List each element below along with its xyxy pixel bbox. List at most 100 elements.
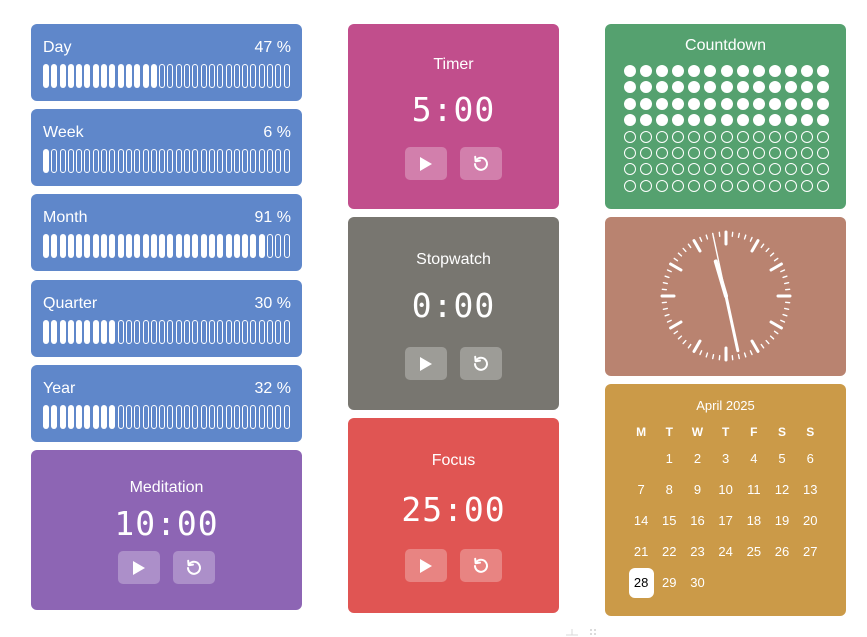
progress-segment: [226, 320, 232, 344]
timer-play-button[interactable]: [405, 147, 447, 180]
calendar-day[interactable]: 4: [740, 443, 768, 474]
calendar-day[interactable]: 14: [627, 505, 655, 536]
calendar-day[interactable]: 21: [627, 536, 655, 567]
progress-segment: [234, 405, 240, 429]
countdown-dot: [704, 163, 716, 175]
calendar-day[interactable]: 12: [768, 474, 796, 505]
progress-segment: [143, 64, 149, 88]
progress-segment: [226, 149, 232, 173]
calendar-day-number: 27: [798, 537, 823, 567]
calendar-day[interactable]: 8: [655, 474, 683, 505]
clock-tick: [775, 258, 778, 260]
stopwatch-play-button[interactable]: [405, 347, 447, 380]
calendar-day[interactable]: 17: [712, 505, 740, 536]
calendar-day[interactable]: 20: [796, 505, 824, 536]
countdown-dot: [672, 163, 684, 175]
countdown-dot: [801, 98, 813, 110]
progress-segment: [250, 64, 256, 88]
calendar-day[interactable]: 25: [740, 536, 768, 567]
calendar-day[interactable]: 18: [740, 505, 768, 536]
clock-tick: [761, 244, 763, 247]
clock-tick: [706, 353, 707, 357]
progress-segment: [192, 64, 198, 88]
calendar-day[interactable]: 19: [768, 505, 796, 536]
countdown-dot: [737, 114, 749, 126]
progress-segment: [93, 64, 99, 88]
countdown-dot: [801, 163, 813, 175]
progress-card-0: Day47 %: [31, 24, 302, 101]
countdown-dot: [704, 114, 716, 126]
calendar-day[interactable]: 22: [655, 536, 683, 567]
calendar-day[interactable]: 16: [683, 505, 711, 536]
calendar-day[interactable]: 3: [712, 443, 740, 474]
progress-segment: [43, 405, 49, 429]
calendar-day[interactable]: 26: [768, 536, 796, 567]
countdown-dot: [721, 81, 733, 93]
clock-tick: [663, 308, 667, 309]
progress-segment: [217, 149, 223, 173]
progress-segment: [284, 234, 290, 258]
calendar-day-number: 19: [770, 506, 795, 536]
progress-segment: [43, 234, 49, 258]
progress-segment: [93, 405, 99, 429]
progress-segment: [43, 320, 49, 344]
progress-segment: [101, 149, 107, 173]
stopwatch-reset-button[interactable]: [460, 347, 502, 380]
clock-tick: [771, 322, 781, 328]
meditation-play-button[interactable]: [118, 551, 160, 584]
calendar-day[interactable]: 24: [712, 536, 740, 567]
calendar-day[interactable]: 11: [740, 474, 768, 505]
countdown-dot: [624, 114, 636, 126]
progress-segment: [126, 64, 132, 88]
calendar-day[interactable]: 13: [796, 474, 824, 505]
focus-play-button[interactable]: [405, 549, 447, 582]
progress-bars: [43, 234, 290, 258]
timer-reset-button[interactable]: [460, 147, 502, 180]
focus-display: 25:00: [348, 490, 559, 529]
progress-segment: [76, 234, 82, 258]
calendar-day[interactable]: 23: [683, 536, 711, 567]
progress-segment: [126, 234, 132, 258]
stopwatch-display: 0:00: [348, 286, 559, 325]
meditation-reset-button[interactable]: [173, 551, 215, 584]
countdown-dot: [753, 147, 765, 159]
progress-segment: [217, 320, 223, 344]
progress-segment: [134, 405, 140, 429]
countdown-dot: [688, 147, 700, 159]
stopwatch-card: Stopwatch 0:00: [348, 217, 559, 410]
progress-percent: 6 %: [263, 124, 291, 142]
progress-segment: [234, 64, 240, 88]
calendar-day[interactable]: 9: [683, 474, 711, 505]
calendar-day[interactable]: 5: [768, 443, 796, 474]
progress-percent: 32 %: [255, 380, 291, 398]
progress-segment: [51, 405, 57, 429]
countdown-dot: [801, 81, 813, 93]
progress-segment: [68, 405, 74, 429]
clock-tick: [750, 238, 752, 242]
progress-card-1: Week6 %: [31, 109, 302, 186]
calendar-day[interactable]: 27: [796, 536, 824, 567]
countdown-dot: [769, 131, 781, 143]
calendar-day[interactable]: 2: [683, 443, 711, 474]
calendar-today[interactable]: 28: [627, 567, 655, 598]
calendar-day[interactable]: 7: [627, 474, 655, 505]
progress-segment: [101, 234, 107, 258]
countdown-dot: [688, 114, 700, 126]
clock-tick: [766, 341, 769, 344]
progress-segment: [250, 234, 256, 258]
progress-segment: [101, 320, 107, 344]
clock-tick: [700, 238, 702, 242]
calendar-day[interactable]: 6: [796, 443, 824, 474]
progress-segment: [134, 320, 140, 344]
progress-segment: [242, 405, 248, 429]
calendar-day[interactable]: 15: [655, 505, 683, 536]
calendar-card: April 2025 MTWTFSS1234567891011121314151…: [605, 384, 846, 616]
countdown-dot: [656, 81, 668, 93]
calendar-day[interactable]: 30: [683, 567, 711, 598]
countdown-dot: [624, 180, 636, 192]
calendar-day[interactable]: 10: [712, 474, 740, 505]
calendar-day[interactable]: 29: [655, 567, 683, 598]
focus-reset-button[interactable]: [460, 549, 502, 582]
calendar-day[interactable]: 1: [655, 443, 683, 474]
countdown-dot: [721, 147, 733, 159]
